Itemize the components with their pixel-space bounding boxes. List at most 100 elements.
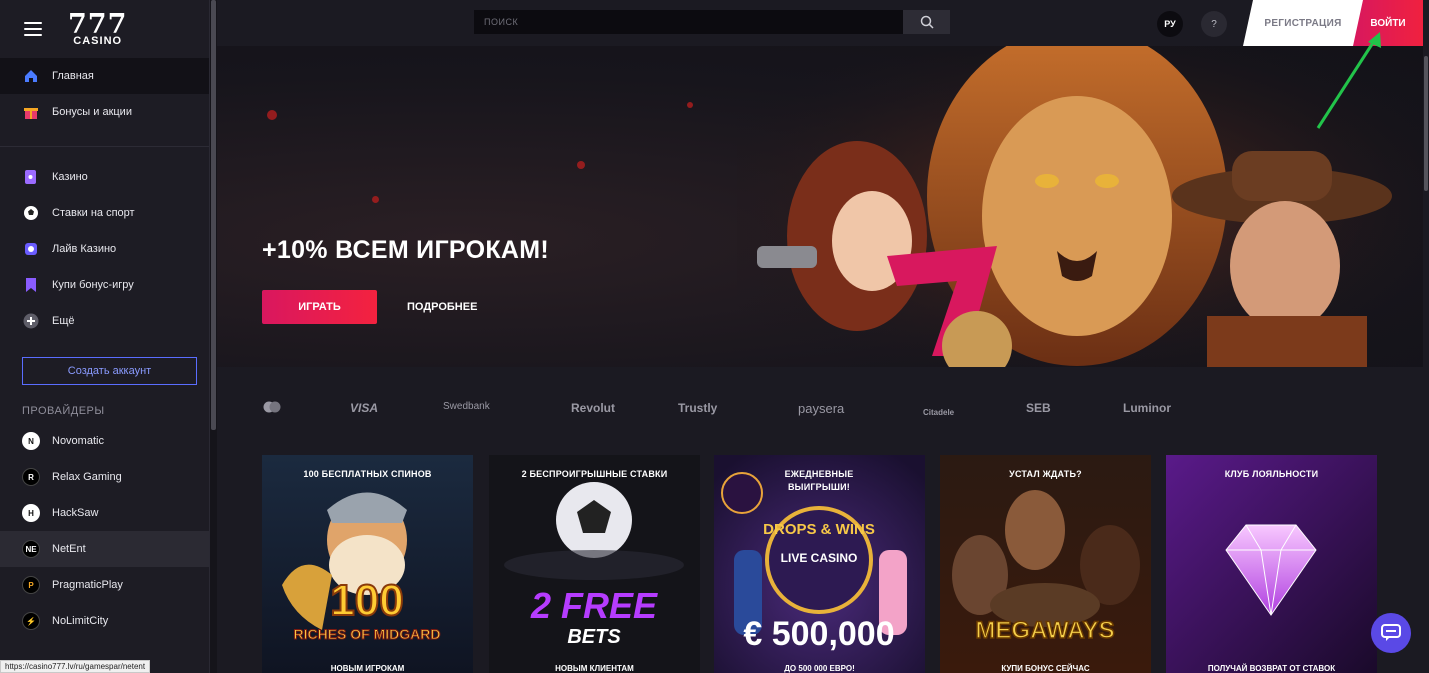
promo-card-free-spins[interactable]: 100 RICHES OF MIDGARD 100 БЕСПЛАТНЫХ СПИ… xyxy=(262,455,473,673)
page-scrollbar[interactable] xyxy=(1423,46,1429,673)
nav-item-home[interactable]: Главная xyxy=(0,58,209,94)
nav-item-bonus-buy[interactable]: Купи бонус-игру xyxy=(0,267,209,303)
pragmatic-logo-icon: P xyxy=(22,576,40,594)
search-input[interactable]: ПОИСК xyxy=(474,10,903,34)
home-icon xyxy=(22,67,40,85)
sidebar: 777 CASINO Главная Бонусы и акции Казино xyxy=(0,0,210,673)
promo-art-headline: 2 FREE xyxy=(530,585,658,626)
nav-label: Ещё xyxy=(52,315,75,327)
page-scroll-thumb[interactable] xyxy=(1424,56,1428,191)
riches-of-midgard-art: 100 RICHES OF MIDGARD xyxy=(262,455,473,673)
annotation-arrow-icon xyxy=(1316,32,1381,129)
provider-label: Relax Gaming xyxy=(52,471,122,483)
provider-hacksaw[interactable]: H HackSaw xyxy=(0,495,209,531)
soccer-ball-icon xyxy=(22,204,40,222)
sidebar-scroll-thumb[interactable] xyxy=(211,0,216,430)
hero-title: +10% ВСЕМ ИГРОКАМ! xyxy=(262,236,549,264)
ember-decoration xyxy=(372,196,379,203)
provider-pragmatic[interactable]: P PragmaticPlay xyxy=(0,567,209,603)
search-bar: ПОИСК xyxy=(474,10,950,34)
play-button[interactable]: ИГРАТЬ xyxy=(262,290,377,324)
promo-title: 2 БЕСПРОИГРЫШНЫЕ СТАВКИ xyxy=(521,469,668,479)
ember-decoration xyxy=(267,110,277,120)
promo-card-loyalty[interactable]: КЛУБ ЛОЯЛЬНОСТИ ПОЛУЧАЙ ВОЗВРАТ ОТ СТАВО… xyxy=(1166,455,1377,673)
nav-label: Купи бонус-игру xyxy=(52,279,134,291)
provider-netent[interactable]: NE NetEnt xyxy=(0,531,209,567)
promo-subtitle: ПОЛУЧАЙ ВОЗВРАТ ОТ СТАВОК xyxy=(1207,664,1336,673)
bonus-game-icon xyxy=(22,276,40,294)
create-account-button[interactable]: Создать аккаунт xyxy=(22,357,197,385)
diamond-art xyxy=(1166,455,1377,673)
payment-seb: SEB xyxy=(1026,401,1051,415)
search-icon xyxy=(920,15,934,29)
promo-art-headline: MEGAWAYS xyxy=(975,617,1114,644)
payment-swedbank: Swedbank xyxy=(443,401,490,412)
language-button[interactable]: РУ xyxy=(1157,11,1183,37)
chat-icon xyxy=(1381,624,1401,641)
promo-title: КЛУБ ЛОЯЛЬНОСТИ xyxy=(1224,469,1319,479)
nav-item-sport[interactable]: Ставки на спорт xyxy=(0,195,209,231)
provider-label: NoLimitCity xyxy=(52,615,109,627)
nolimit-logo-icon: ⚡ xyxy=(22,612,40,630)
logo-number: 777 xyxy=(68,9,128,40)
mastercard-icon xyxy=(262,401,282,416)
help-button[interactable]: ? xyxy=(1201,11,1227,37)
sidebar-top: 777 CASINO xyxy=(0,0,209,58)
promo-subtitle: НОВЫМ КЛИЕНТАМ xyxy=(555,664,634,673)
hacksaw-logo-icon: H xyxy=(22,504,40,522)
promo-art-amount: € 500,000 xyxy=(743,615,894,653)
provider-label: HackSaw xyxy=(52,507,99,519)
logo-word: CASINO xyxy=(73,35,123,47)
payment-paysera: paysera xyxy=(798,401,845,416)
logo[interactable]: 777 CASINO xyxy=(68,11,127,47)
payment-citadele: Citadele xyxy=(923,408,955,417)
live-icon xyxy=(22,240,40,258)
sidebar-scrollbar[interactable] xyxy=(210,0,217,673)
menu-icon[interactable] xyxy=(24,22,42,36)
payment-revolut: Revolut xyxy=(571,401,616,415)
promo-art-mid: LIVE CASINO xyxy=(781,551,858,565)
promo-subtitle: КУПИ БОНУС СЕЙЧАС xyxy=(1001,664,1090,673)
nav-item-casino[interactable]: Казино xyxy=(0,159,209,195)
provider-nolimitcity[interactable]: ⚡ NoLimitCity xyxy=(0,603,209,639)
promo-art-number: 100 xyxy=(330,576,403,625)
provider-label: NetEnt xyxy=(52,543,86,555)
megaways-art: MEGAWAYS xyxy=(940,455,1151,673)
nav-label: Бонусы и акции xyxy=(52,106,132,118)
netent-logo-icon: NE xyxy=(22,540,40,558)
promo-card-free-bets[interactable]: 2 FREE BETS 2 БЕСПРОИГРЫШНЫЕ СТАВКИ НОВЫ… xyxy=(489,455,700,673)
chat-button[interactable] xyxy=(1371,613,1411,653)
provider-label: PragmaticPlay xyxy=(52,579,123,591)
app-root: 777 CASINO Главная Бонусы и акции Казино xyxy=(0,0,1429,673)
nav-label: Лайв Казино xyxy=(52,243,117,255)
promo-title: 100 БЕСПЛАТНЫХ СПИНОВ xyxy=(303,469,432,479)
search-button[interactable] xyxy=(903,10,950,34)
promo-art-game-name: RICHES OF MIDGARD xyxy=(294,626,441,642)
relax-logo-icon: R xyxy=(22,468,40,486)
free-bets-art: 2 FREE BETS xyxy=(489,455,700,673)
payment-visa: VISA xyxy=(350,401,379,415)
nav-item-more[interactable]: Ещё xyxy=(0,303,209,339)
promo-card-bonus-buy[interactable]: MEGAWAYS УСТАЛ ЖДАТЬ? КУПИ БОНУС СЕЙЧАС xyxy=(940,455,1151,673)
more-info-link[interactable]: ПОДРОБНЕЕ xyxy=(407,290,477,324)
promo-subtitle: ДО 500 000 ЕВРО! xyxy=(784,664,855,673)
payment-methods: VISA Swedbank Revolut Trustly paysera Ci… xyxy=(217,390,1423,430)
payment-trustly: Trustly xyxy=(678,401,718,415)
promo-title: УСТАЛ ЖДАТЬ? xyxy=(1009,469,1082,479)
provider-relax-gaming[interactable]: R Relax Gaming xyxy=(0,459,209,495)
promo-title: ЕЖЕДНЕВНЫЕ ВЫИГРЫШИ! xyxy=(784,469,854,492)
promo-card-drops-wins[interactable]: DROPS & WINS LIVE CASINO € 500,000 ЕЖЕДН… xyxy=(714,455,925,673)
nav-label: Казино xyxy=(52,171,88,183)
cards-icon xyxy=(22,168,40,186)
promo-art-subline: BETS xyxy=(567,626,621,648)
provider-novomatic[interactable]: N Novomatic xyxy=(0,423,209,459)
hero-banner: +10% ВСЕМ ИГРОКАМ! ИГРАТЬ ПОДРОБНЕЕ xyxy=(217,46,1423,367)
status-bar-url: https://casino777.lv/ru/gamespar/netent xyxy=(0,660,151,673)
nav-item-live-casino[interactable]: Лайв Казино xyxy=(0,231,209,267)
promo-art-badge: DROPS & WINS xyxy=(763,521,875,538)
providers-title: ПРОВАЙДЕРЫ xyxy=(22,405,105,417)
nav-item-bonuses[interactable]: Бонусы и акции xyxy=(0,94,209,130)
plus-circle-icon xyxy=(22,312,40,330)
gift-icon xyxy=(22,103,40,121)
ember-decoration xyxy=(687,102,693,108)
